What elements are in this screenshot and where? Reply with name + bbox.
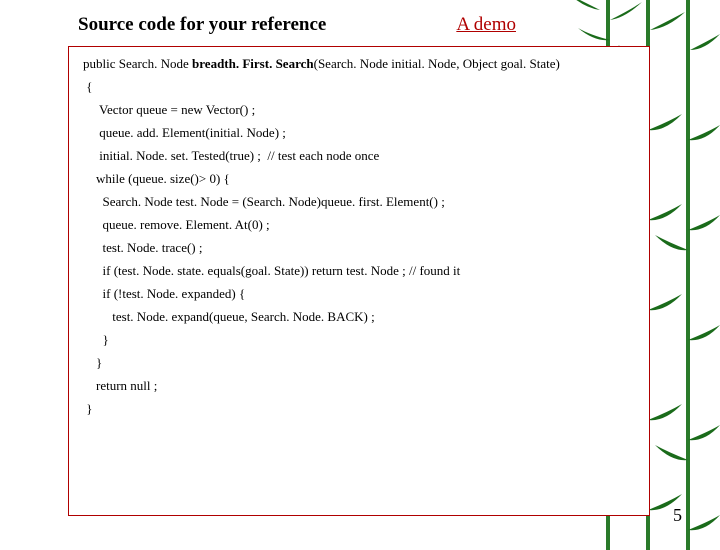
code-line: return null ; (83, 379, 635, 392)
code-line: test. Node. trace() ; (83, 241, 635, 254)
code-line: if (!test. Node. expanded) { (83, 287, 635, 300)
code-line: Search. Node test. Node = (Search. Node)… (83, 195, 635, 208)
demo-link[interactable]: A demo (456, 14, 516, 36)
code-line: initial. Node. set. Tested(true) ; // te… (83, 149, 635, 162)
code-container: public Search. Node breadth. First. Sear… (68, 46, 650, 516)
slide-title: Source code for your reference (78, 14, 326, 36)
code-line: } (83, 402, 635, 415)
code-line: } (83, 356, 635, 369)
code-line: Vector queue = new Vector() ; (83, 103, 635, 116)
code-line: while (queue. size()> 0) { (83, 172, 635, 185)
code-signature: public Search. Node breadth. First. Sear… (83, 57, 635, 70)
code-line: } (83, 333, 635, 346)
page-number: 5 (673, 505, 682, 526)
code-line: if (test. Node. state. equals(goal. Stat… (83, 264, 635, 277)
slide-header: Source code for your reference A demo (78, 14, 642, 36)
code-line: test. Node. expand(queue, Search. Node. … (83, 310, 635, 323)
code-line: { (83, 80, 635, 93)
code-line: queue. add. Element(initial. Node) ; (83, 126, 635, 139)
code-line: queue. remove. Element. At(0) ; (83, 218, 635, 231)
